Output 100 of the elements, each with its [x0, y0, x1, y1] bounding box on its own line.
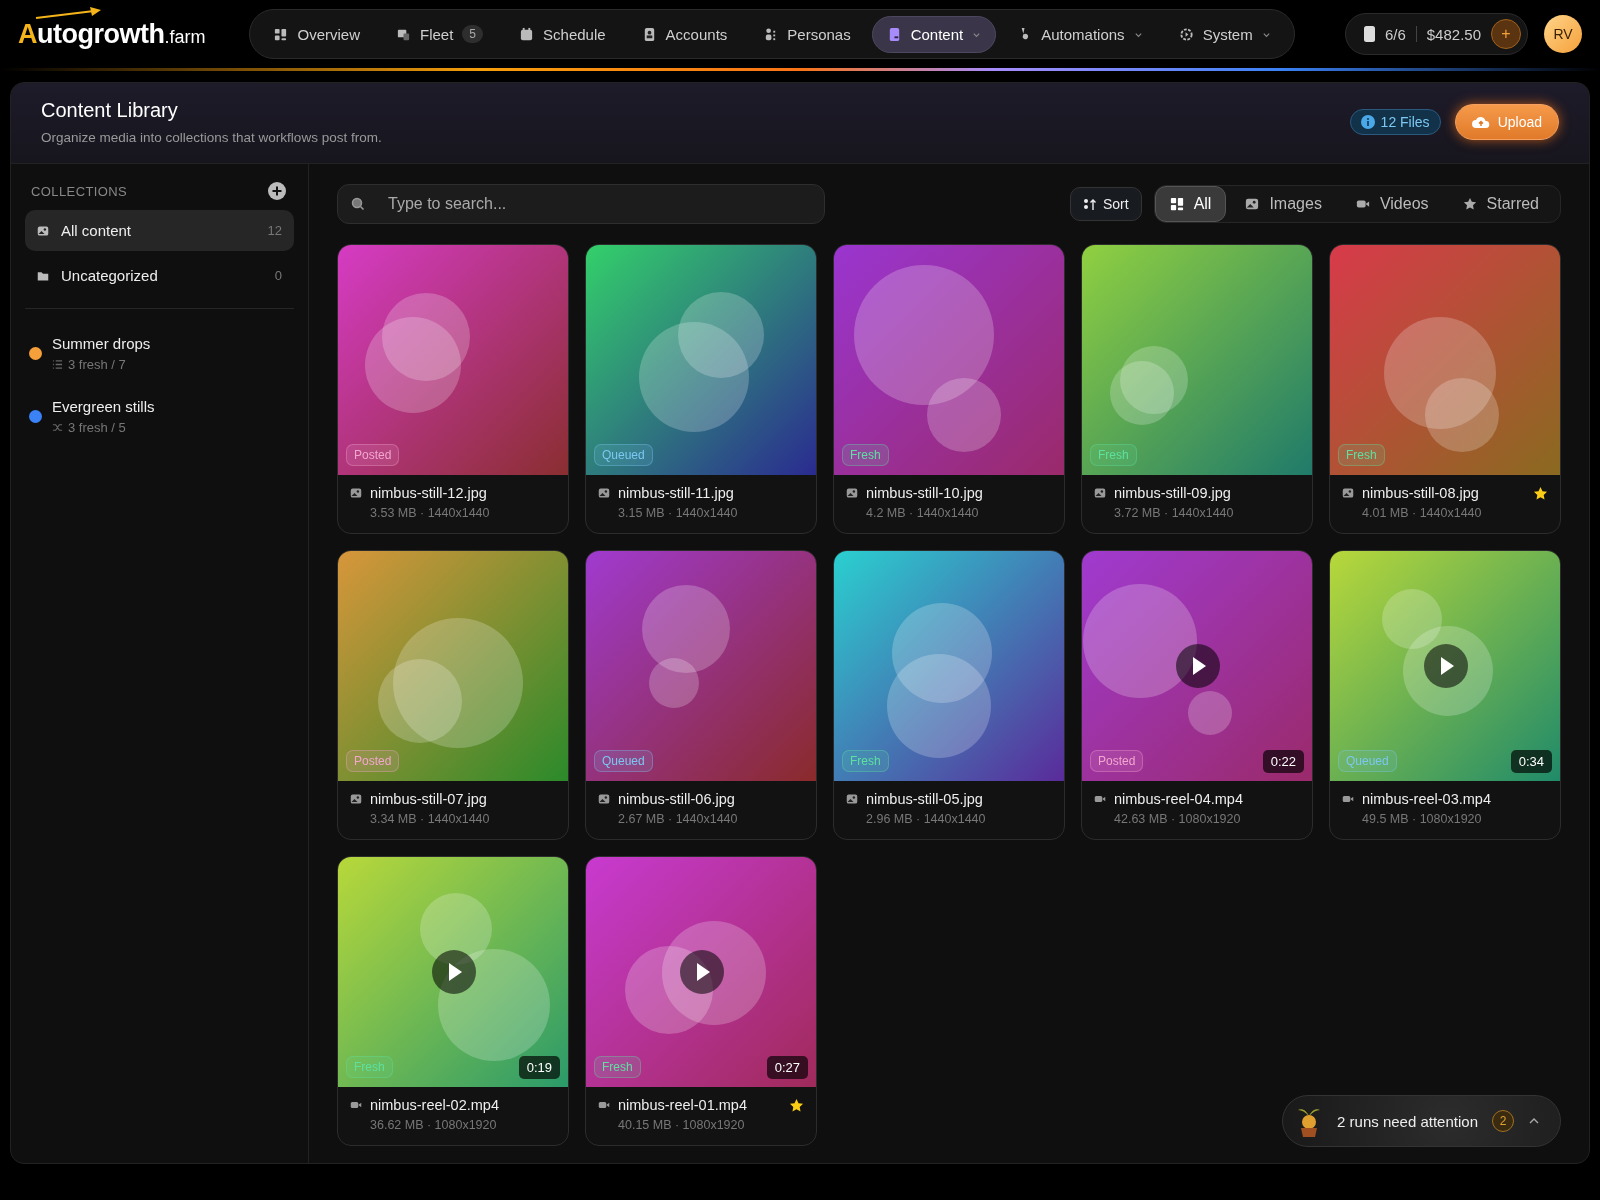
device-count: 6/6	[1384, 25, 1406, 43]
attention-toast[interactable]: 2 runs need attention 2	[1282, 1095, 1561, 1147]
image-icon	[1245, 197, 1260, 211]
file-name: nimbus-still-09.jpg	[1114, 485, 1231, 501]
collection-item[interactable]: Uncategorized 0	[25, 255, 294, 296]
file-meta: 3.53 MB · 1440x1440	[370, 506, 491, 520]
media-card[interactable]: Posted nimbus-still-12.jpg 3.53 MB · 1440x1440	[337, 244, 569, 534]
file-meta: 2.96 MB · 1440x1440	[866, 812, 987, 826]
filter-tab[interactable]: Images	[1230, 186, 1337, 222]
file-name: nimbus-still-12.jpg	[370, 485, 487, 501]
grid-icon	[1169, 197, 1184, 211]
media-card[interactable]: Fresh 0:19 nimbus-reel-02.mp4 36.62 MB · 1080x1920	[337, 856, 569, 1146]
status-badge: Fresh	[842, 750, 889, 772]
status-badge: Fresh	[1090, 444, 1137, 466]
play-button[interactable]	[680, 950, 724, 994]
collection-detail: 3 fresh / 5	[68, 420, 126, 435]
section-heading: COLLECTIONS	[31, 183, 128, 199]
add-icon[interactable]	[268, 182, 286, 200]
nav-tab[interactable]: Fleet 5	[381, 15, 499, 53]
duration-label: 0:22	[1262, 750, 1304, 773]
calendar-icon	[519, 26, 535, 42]
media-card[interactable]: Fresh nimbus-still-10.jpg 4.2 MB · 1440x1440	[833, 244, 1065, 534]
status-badge: Posted	[1090, 750, 1144, 772]
media-card[interactable]: Queued nimbus-still-11.jpg 3.15 MB · 1440x1440	[585, 244, 817, 534]
collection-name[interactable]: Summer drops	[52, 335, 151, 352]
play-button[interactable]	[1424, 644, 1468, 688]
nav-tab[interactable]: Automations	[1002, 15, 1158, 53]
avatar[interactable]: RV	[1544, 15, 1582, 53]
nav-tab[interactable]: Overview	[258, 15, 375, 53]
video-camera-icon	[598, 1099, 610, 1111]
list-icon	[52, 359, 63, 370]
item-count: 12	[267, 223, 282, 238]
nav-tab[interactable]: Schedule	[504, 15, 621, 53]
media-card[interactable]: Queued 0:34 nimbus-reel-03.mp4 49.5 MB · 1080x1920	[1329, 550, 1561, 840]
folder-icon	[37, 269, 49, 282]
file-name: nimbus-reel-03.mp4	[1362, 791, 1491, 807]
video-camera-icon	[350, 1099, 362, 1111]
info-icon	[1360, 115, 1375, 129]
page-title: Content Library	[41, 99, 179, 122]
video-camera-icon	[1342, 793, 1354, 805]
collection-item[interactable]: All content 12	[25, 210, 294, 251]
file-meta: 49.5 MB · 1080x1920	[1362, 812, 1483, 826]
logo-wordmark: Autogrowth	[18, 18, 165, 50]
logo-suffix: .farm	[164, 26, 206, 47]
search-field[interactable]: Type to search...	[337, 184, 825, 224]
status-badge: Fresh	[842, 444, 889, 466]
file-meta: 3.34 MB · 1440x1440	[370, 812, 491, 826]
media-card[interactable]: Fresh nimbus-still-09.jpg 3.72 MB · 1440x1440	[1081, 244, 1313, 534]
sort-button[interactable]: Sort	[1069, 187, 1142, 221]
play-button[interactable]	[432, 950, 476, 994]
count-badge: 2	[1492, 1110, 1514, 1132]
file-name: nimbus-still-10.jpg	[866, 485, 983, 501]
file-name: nimbus-still-06.jpg	[618, 791, 735, 807]
image-icon	[37, 224, 49, 237]
filter-tab[interactable]: Videos	[1340, 186, 1444, 222]
media-card[interactable]: Fresh 0:27 nimbus-reel-01.mp4 40.15 MB · 1080x1920	[585, 856, 817, 1146]
status-badge: Fresh	[346, 1056, 393, 1078]
count-badge: 5	[462, 25, 484, 43]
file-name: nimbus-reel-02.mp4	[370, 1097, 499, 1113]
media-card[interactable]: Fresh nimbus-still-05.jpg 2.96 MB · 1440x1440	[833, 550, 1065, 840]
collection-name[interactable]: Evergreen stills	[52, 398, 155, 415]
file-meta: 40.15 MB · 1080x1920	[618, 1118, 746, 1132]
file-name: nimbus-reel-01.mp4	[618, 1097, 747, 1113]
nav-tab[interactable]: System	[1163, 15, 1286, 53]
file-meta: 42.63 MB · 1080x1920	[1114, 812, 1242, 826]
image-icon	[1094, 487, 1106, 499]
media-card[interactable]: Posted nimbus-still-07.jpg 3.34 MB · 1440x1440	[337, 550, 569, 840]
file-name: nimbus-still-07.jpg	[370, 791, 487, 807]
status-badge: Posted	[346, 750, 400, 772]
image-icon	[598, 487, 610, 499]
grid-icon	[273, 26, 289, 42]
play-button[interactable]	[1176, 644, 1220, 688]
file-meta: 3.72 MB · 1440x1440	[1114, 506, 1235, 520]
video-camera-icon	[1094, 793, 1106, 805]
media-card[interactable]: Queued nimbus-still-06.jpg 2.67 MB · 1440x1440	[585, 550, 817, 840]
item-count: 0	[274, 268, 282, 283]
sort-icon	[1082, 197, 1097, 211]
nav-tab[interactable]: Content	[871, 15, 997, 53]
status-badge: Queued	[594, 444, 653, 466]
file-meta: 4.01 MB · 1440x1440	[1362, 506, 1483, 520]
nav-tab[interactable]: Accounts	[626, 15, 743, 53]
star-icon	[789, 1097, 804, 1113]
status-badge: Queued	[594, 750, 653, 772]
filter-tab[interactable]: Starred	[1447, 186, 1554, 222]
file-meta: 36.62 MB · 1080x1920	[370, 1118, 498, 1132]
media-card[interactable]: Posted 0:22 nimbus-reel-04.mp4 42.63 MB · 1080x1920	[1081, 550, 1313, 840]
nav-tab[interactable]: Personas	[748, 15, 866, 53]
file-meta: 3.15 MB · 1440x1440	[618, 506, 739, 520]
status-badge: Fresh	[594, 1056, 641, 1078]
image-icon	[350, 487, 362, 499]
file-name: nimbus-still-05.jpg	[866, 791, 983, 807]
duration-label: 0:27	[766, 1056, 808, 1079]
status-badge: Fresh	[1338, 444, 1385, 466]
duration-label: 0:19	[518, 1056, 560, 1079]
image-icon	[1342, 487, 1354, 499]
add-funds-button[interactable]: +	[1491, 19, 1521, 49]
file-name: nimbus-still-11.jpg	[618, 485, 734, 501]
filter-tab[interactable]: All	[1154, 186, 1227, 222]
page-subtitle: Organize media into collections that workflows post from.	[41, 130, 382, 145]
media-card[interactable]: Fresh nimbus-still-08.jpg 4.01 MB · 1440x1440	[1329, 244, 1561, 534]
